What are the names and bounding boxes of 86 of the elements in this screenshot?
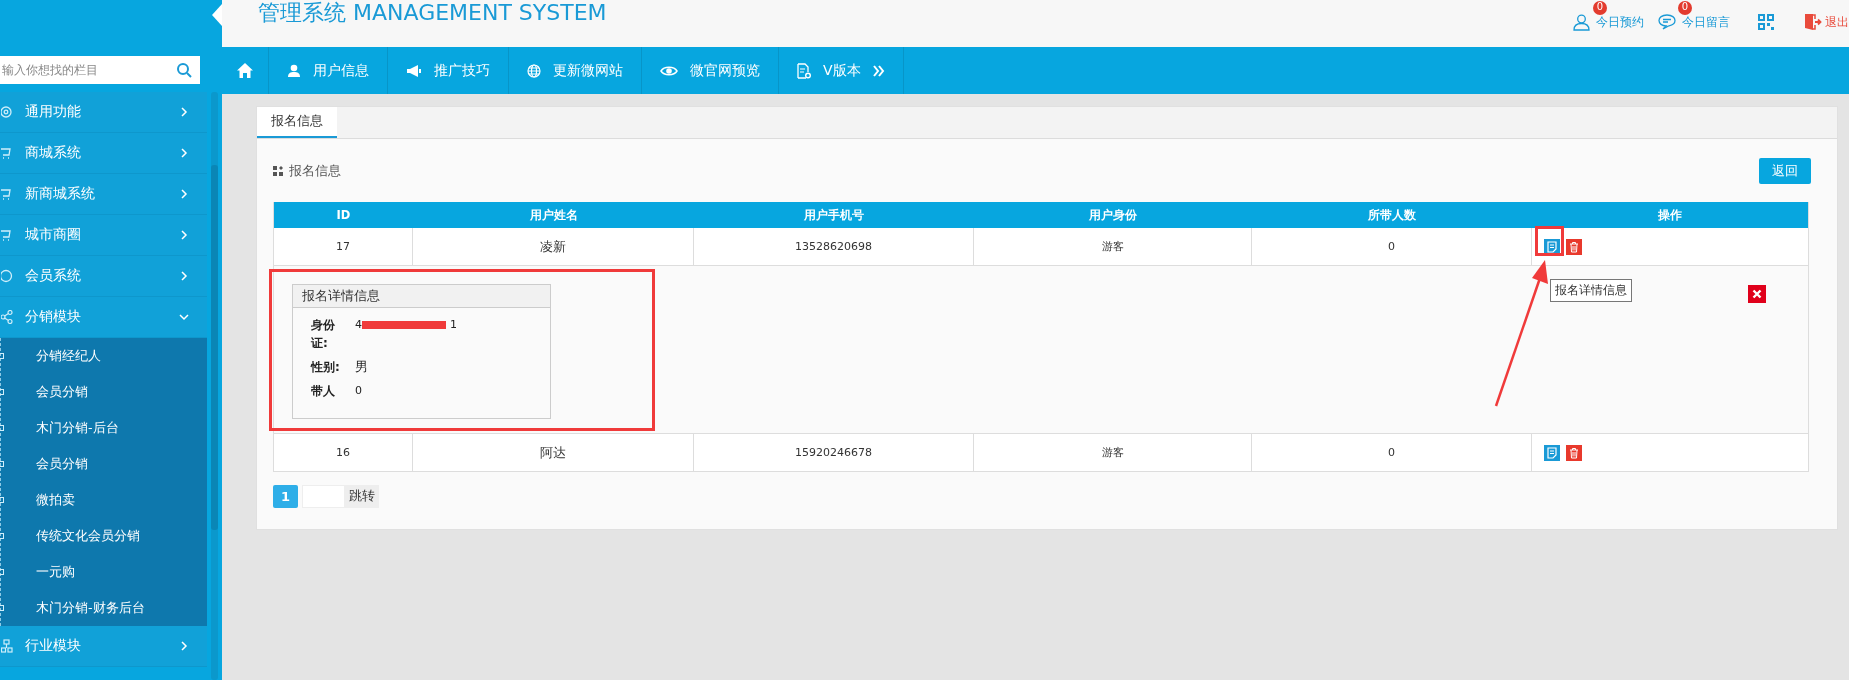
field-value: 1 (450, 317, 457, 333)
app-title: 管理系统 MANAGEMENT SYSTEM (258, 0, 607, 26)
field-label: 性别: (311, 359, 341, 376)
jump-button[interactable]: 跳转 (345, 485, 379, 508)
submenu-item[interactable]: 一元购 (1, 554, 207, 590)
card-title: 报名详情信息 (293, 285, 550, 308)
field-label: 身份证: (311, 317, 336, 352)
delete-icon[interactable] (1566, 238, 1582, 255)
sidebar-item[interactable]: 新商城系统 (0, 174, 207, 215)
table-cell: 游客 (974, 434, 1252, 471)
collapse-notch-icon[interactable] (212, 4, 222, 26)
logout-link[interactable]: 退出 (1804, 13, 1849, 31)
close-icon[interactable] (1748, 285, 1766, 303)
column-header: 用户手机号 (803, 207, 865, 224)
eye-icon (660, 64, 678, 77)
count-badge: 0 (1678, 0, 1692, 15)
section-title: 报名信息 (289, 161, 341, 180)
tab[interactable]: 报名信息 (257, 107, 337, 138)
globe-icon (527, 63, 541, 78)
submenu-item[interactable]: 微拍卖 (1, 482, 207, 518)
table-cell: 16 (274, 434, 413, 471)
sidebar-item[interactable]: 会员系统 (0, 256, 207, 297)
chevron-right-icon (179, 148, 189, 158)
network-icon (1, 639, 13, 653)
qr-code-icon[interactable] (1758, 14, 1774, 30)
search-icon[interactable] (176, 62, 192, 78)
cart-icon (1, 187, 13, 201)
sidebar-item[interactable]: 行业模块 (0, 626, 207, 667)
chevron-right-icon (179, 230, 189, 240)
exit-icon (1804, 13, 1822, 31)
table-cell: 游客 (974, 228, 1252, 265)
gear-icon (1, 105, 13, 119)
tooltip: 报名详情信息 (1550, 279, 1632, 302)
scrollbar[interactable] (211, 92, 218, 680)
highlight-box (1535, 226, 1564, 256)
share-icon (1, 310, 13, 324)
search-field[interactable]: 输入你想找的栏目 (0, 56, 200, 84)
sidebar-item[interactable]: 通用功能 (0, 92, 207, 133)
vip-icon (1, 269, 13, 283)
table-cell: 13528620698 (694, 228, 974, 265)
messages-link[interactable]: 今日留言 (1658, 13, 1730, 31)
table-cell: 15920246678 (694, 434, 974, 471)
submenu-item[interactable]: 会员分销 (1, 374, 207, 410)
chevron-right-icon (179, 107, 189, 117)
appointments-link[interactable]: 今日预约 (1573, 13, 1644, 31)
field-value: 男 (355, 358, 368, 376)
edit-icon[interactable] (1544, 444, 1560, 461)
person-icon (1573, 13, 1590, 31)
column-header: 用户身份 (1088, 207, 1138, 224)
back-button[interactable]: 返回 (1759, 157, 1811, 184)
chevron-right-icon (179, 189, 189, 199)
count-badge: 0 (1593, 0, 1607, 15)
submenu-item[interactable]: 传统文化会员分销 (1, 518, 207, 554)
document-gear-icon (797, 62, 811, 79)
column-header: ID (335, 207, 352, 224)
column-header: 用户姓名 (528, 207, 579, 224)
chevron-right-icon (179, 641, 189, 651)
table-cell: 0 (1252, 228, 1532, 265)
field-value: 0 (355, 383, 362, 399)
table-cell: 阿达 (413, 434, 694, 471)
sidebar-item[interactable]: 分销模块 (0, 297, 207, 338)
edit-icon[interactable] (1544, 238, 1560, 255)
home-icon (237, 63, 253, 78)
column-header: 操作 (1657, 207, 1683, 224)
submenu-item[interactable]: 分销经纪人 (1, 338, 207, 374)
submenu-item[interactable]: 会员分销 (1, 446, 207, 482)
submenu-item[interactable]: 木门分销-后台 (1, 410, 207, 446)
table-cell: 凌新 (413, 228, 694, 265)
grid-icon (273, 165, 283, 176)
user-icon (287, 63, 301, 78)
chevron-down-icon (179, 312, 189, 322)
megaphone-icon (406, 63, 422, 78)
sidebar-item[interactable]: 商城系统 (0, 133, 207, 174)
table-cell: 0 (1252, 434, 1532, 471)
page-button[interactable]: 1 (273, 485, 298, 508)
field-value: 4 (355, 317, 362, 333)
chevron-right-icon (179, 271, 189, 281)
cart-icon (1, 228, 13, 242)
submenu-item[interactable]: 木门分销-财务后台 (1, 590, 207, 626)
table-cell: 17 (274, 228, 413, 265)
sidebar-item[interactable]: 城市商圈 (0, 215, 207, 256)
field-label: 带人 (311, 383, 336, 400)
delete-icon[interactable] (1566, 444, 1582, 461)
chat-bubble-icon (1658, 14, 1676, 30)
cart-icon (1, 146, 13, 160)
column-header: 所带人数 (1367, 207, 1417, 224)
